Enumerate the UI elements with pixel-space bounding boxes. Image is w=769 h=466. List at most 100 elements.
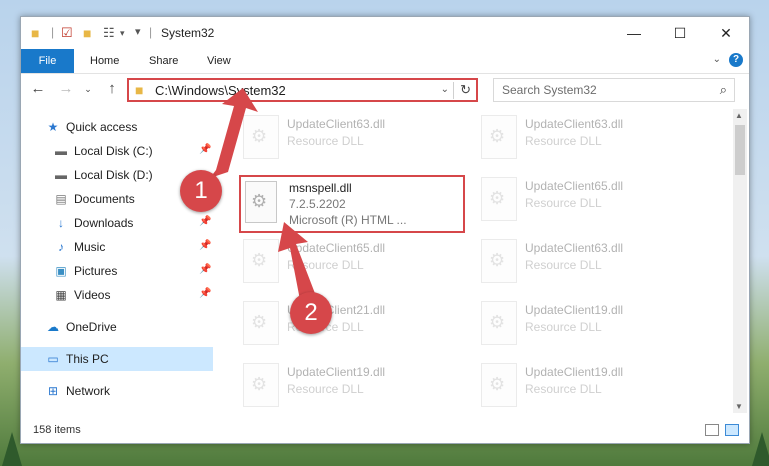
nav-item-label: OneDrive [66, 320, 117, 334]
nav-item-local-disk-c[interactable]: ▬ Local Disk (C:) 📌 [21, 139, 213, 163]
title-bar: ■ | ☑ ■ ☷ ▾ ▾ | System32 — ☐ ✕ [21, 17, 749, 49]
tab-home[interactable]: Home [90, 49, 119, 73]
up-arrow-icon[interactable]: ↑ [103, 80, 121, 97]
help-icon[interactable]: ? [729, 53, 743, 67]
nav-item-pictures[interactable]: ▣ Pictures 📌 [21, 259, 213, 283]
file-name: UpdateClient19.dll [287, 365, 386, 379]
file-type: Resource DLL [525, 258, 602, 272]
file-tile[interactable]: ⚙ UpdateClient19.dll Resource DLL [237, 357, 467, 413]
file-name: UpdateClient19.dll [525, 303, 624, 317]
highlighted-file-tile[interactable]: ⚙ msnspell.dll 7.2.5.2202 Microsoft (R) … [239, 175, 465, 233]
address-path: C:\Windows\System32 [155, 83, 286, 98]
nav-item-label: Videos [74, 288, 111, 302]
address-bar[interactable]: ■ C:\Windows\System32 ⌄ ↻ [127, 78, 478, 102]
details-view-icon[interactable] [705, 424, 719, 436]
maximize-button[interactable]: ☐ [657, 17, 703, 49]
file-tile[interactable]: ⚙ UpdateClient65.dll Resource DLL [237, 233, 467, 289]
nav-item-downloads[interactable]: ↓ Downloads 📌 [21, 211, 213, 235]
tab-file[interactable]: File [21, 49, 74, 73]
explorer-window: ■ | ☑ ■ ☷ ▾ ▾ | System32 — ☐ ✕ File Home… [20, 16, 750, 444]
status-bar: 158 items [21, 419, 749, 443]
nav-item-label: Network [66, 384, 111, 398]
nav-item-label: Local Disk (C:) [74, 144, 153, 158]
file-tile[interactable]: ⚙ UpdateClient19.dll Resource DLL [475, 357, 705, 413]
file-tile[interactable]: ⚙ UpdateClient63.dll Resource DLL [475, 109, 705, 165]
expand-ribbon-icon[interactable]: ⌄ [713, 54, 721, 65]
search-placeholder: Search System32 [502, 83, 597, 97]
pin-icon: 📌 [199, 264, 212, 275]
search-icon[interactable]: ⌕ [720, 82, 727, 98]
forward-arrow-icon[interactable]: → [57, 80, 75, 97]
divider [453, 82, 454, 99]
dll-file-icon: ⚙ [481, 115, 517, 159]
vertical-scrollbar[interactable]: ▲ ▼ [733, 109, 747, 413]
back-arrow-icon[interactable]: ← [29, 80, 47, 97]
callout-step-1: 1 [180, 170, 222, 212]
file-type: Resource DLL [525, 196, 602, 210]
nav-item-network[interactable]: ⊞ Network [21, 379, 213, 403]
tab-view[interactable]: View [207, 49, 231, 73]
file-name: UpdateClient19.dll [525, 365, 624, 379]
search-input[interactable]: Search System32 ⌕ [493, 78, 735, 102]
nav-item-music[interactable]: ♪ Music 📌 [21, 235, 213, 259]
ribbon-tabs: File Home Share View ⌄ ? [21, 49, 749, 74]
video-icon: ▦ [55, 288, 67, 302]
nav-item-onedrive[interactable]: ☁ OneDrive [21, 315, 213, 339]
nav-item-label: Downloads [74, 216, 134, 230]
computer-icon: ▭ [47, 352, 59, 366]
dll-file-icon: ⚙ [481, 177, 517, 221]
file-tile-msnspell[interactable]: ⚙ msnspell.dll 7.2.5.2202 Microsoft (R) … [241, 177, 471, 233]
close-button[interactable]: ✕ [703, 17, 749, 49]
file-tile[interactable]: ⚙ UpdateClient19.dll Resource DLL [475, 295, 705, 351]
tiles-view-icon[interactable] [725, 424, 739, 436]
address-row: ← → ⌄ ↑ ■ C:\Windows\System32 ⌄ ↻ Search… [21, 74, 749, 106]
folder-icon: ■ [135, 82, 144, 98]
drive-icon: ▬ [55, 144, 67, 158]
view-toggle-icon[interactable]: ☷ [103, 25, 115, 41]
background-tree [2, 432, 22, 466]
nav-item-videos[interactable]: ▦ Videos 📌 [21, 283, 213, 307]
file-tile[interactable]: ⚙ UpdateClient65.dll Resource DLL [475, 171, 705, 227]
file-company: Microsoft (R) HTML ... [289, 213, 407, 227]
minimize-button[interactable]: — [611, 17, 657, 49]
nav-item-this-pc[interactable]: ▭ This PC [21, 347, 213, 371]
pin-icon: 📌 [199, 240, 212, 251]
chevron-down-icon[interactable]: ▾ [120, 28, 125, 39]
dll-file-icon: ⚙ [481, 239, 517, 283]
chevron-down-icon[interactable]: ⌄ [441, 84, 449, 95]
nav-item-label: Local Disk (D:) [74, 168, 153, 182]
background-tree [752, 432, 769, 466]
recent-locations-icon[interactable]: ⌄ [79, 84, 97, 95]
picture-icon: ▣ [55, 264, 67, 278]
file-name: UpdateClient63.dll [287, 117, 386, 131]
nav-item-label: Quick access [66, 120, 138, 134]
file-tile[interactable]: ⚙ UpdateClient21.dll Resource DLL [237, 295, 467, 351]
file-tile[interactable]: ⚙ UpdateClient63.dll Resource DLL [237, 109, 467, 165]
document-icon: ▤ [55, 192, 67, 206]
scroll-down-icon[interactable]: ▼ [735, 402, 743, 411]
scrollbar-thumb[interactable] [735, 125, 745, 175]
separator: | [149, 25, 153, 39]
pin-icon: 📌 [199, 216, 212, 227]
properties-icon[interactable]: ☑ [61, 25, 73, 41]
dll-file-icon: ⚙ [245, 181, 277, 223]
callout-step-2: 2 [290, 292, 332, 334]
file-version: 7.2.5.2202 [289, 197, 346, 211]
nav-item-quick-access[interactable]: ★ Quick access [21, 115, 213, 139]
nav-item-label: Music [74, 240, 106, 254]
new-folder-icon[interactable]: ■ [83, 25, 91, 41]
dll-file-icon: ⚙ [481, 363, 517, 407]
file-type: Resource DLL [287, 382, 364, 396]
scroll-up-icon[interactable]: ▲ [735, 111, 743, 120]
tab-share[interactable]: Share [149, 49, 178, 73]
dll-file-icon: ⚙ [243, 363, 279, 407]
file-type: Resource DLL [525, 382, 602, 396]
file-name: UpdateClient63.dll [525, 241, 624, 255]
window-title: System32 [161, 26, 215, 40]
file-tile[interactable]: ⚙ UpdateClient63.dll Resource DLL [475, 233, 705, 289]
network-icon: ⊞ [47, 384, 59, 398]
dll-file-icon: ⚙ [243, 301, 279, 345]
customize-toolbar-icon[interactable]: ▾ [135, 25, 141, 38]
navigation-pane: ★ Quick access ▬ Local Disk (C:) 📌 ▬ Loc… [21, 109, 213, 409]
refresh-icon[interactable]: ↻ [460, 82, 471, 98]
